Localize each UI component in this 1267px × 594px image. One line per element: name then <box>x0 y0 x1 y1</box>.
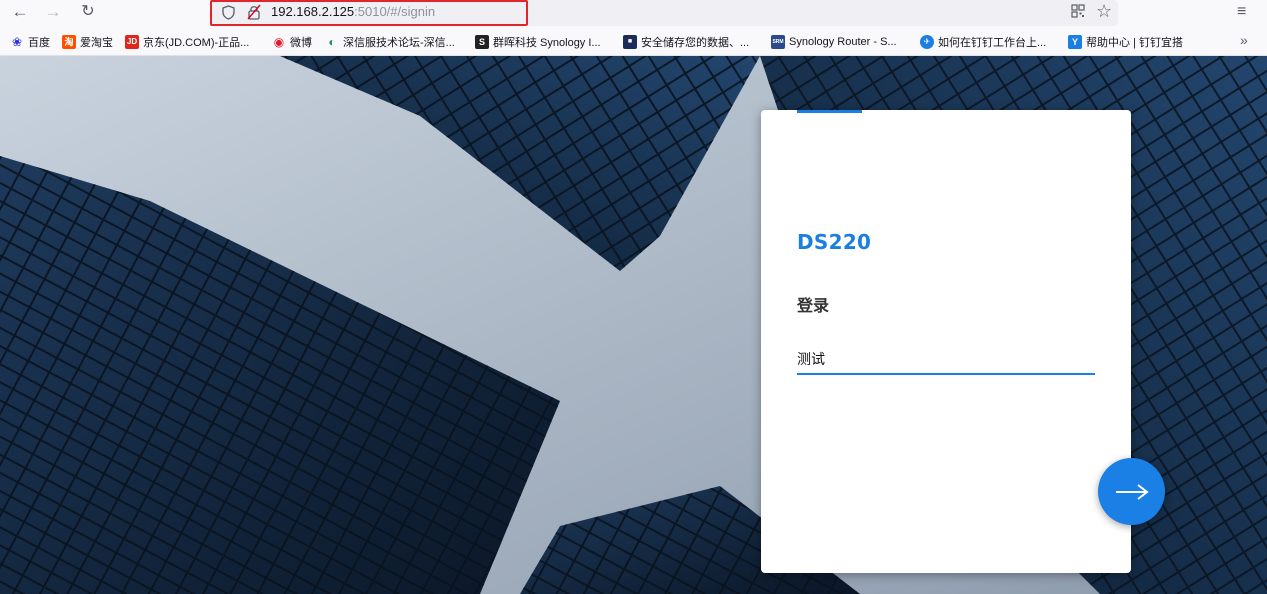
card-accent-bar <box>797 110 862 113</box>
bookmark-item[interactable]: Y 帮助中心 | 钉钉宜搭 <box>1068 34 1183 50</box>
bookmark-star-icon[interactable]: ☆ <box>1096 0 1112 22</box>
paw-icon: ❀ <box>11 35 23 49</box>
bookmark-label: 京东(JD.COM)-正品... <box>143 37 250 49</box>
bookmark-label: 如何在钉钉工作台上... <box>938 37 1047 49</box>
bookmarks-overflow-icon[interactable]: » <box>1240 32 1248 48</box>
bookmarks-bar: ❀ 百度 淘 爱淘宝 JD 京东(JD.COM)-正品... ◉ 微博 ◐ 深信… <box>0 28 1267 56</box>
shield-icon[interactable] <box>222 5 235 20</box>
bookmark-item[interactable]: 淘 爱淘宝 <box>62 34 113 50</box>
bookmark-item[interactable]: ■ 安全储存您的数据、... <box>623 34 749 50</box>
url-text[interactable]: 192.168.2.125:5010/#/signin <box>271 4 435 20</box>
signin-title: 登录 <box>797 296 830 315</box>
forward-button[interactable]: → <box>41 1 65 25</box>
bookmark-item[interactable]: S 群晖科技 Synology I... <box>475 34 601 50</box>
bookmark-label: 微博 <box>290 37 312 49</box>
next-button[interactable] <box>1098 458 1165 525</box>
yida-icon: Y <box>1068 35 1082 49</box>
srm-icon: SRM <box>771 35 785 49</box>
weibo-icon: ◉ <box>273 35 285 49</box>
synology-icon: S <box>475 35 489 49</box>
username-input[interactable] <box>797 345 1095 375</box>
browser-toolbar: ← → ↻ 192.168.2.125:5010/#/signin ☆ ≡ <box>0 0 1267 28</box>
bookmark-label: 群晖科技 Synology I... <box>493 37 601 49</box>
jd-icon: JD <box>125 35 139 49</box>
bookmark-item[interactable]: ✈ 如何在钉钉工作台上... <box>920 34 1046 50</box>
reload-button[interactable]: ↻ <box>76 1 100 25</box>
bookmark-label: 爱淘宝 <box>80 37 113 49</box>
bookmark-item[interactable]: ◉ 微博 <box>272 34 312 50</box>
bookmark-label: 安全储存您的数据、... <box>641 37 750 49</box>
url-host: 192.168.2.125 <box>271 4 355 19</box>
menu-icon[interactable]: ≡ <box>1237 2 1246 22</box>
insecure-lock-icon[interactable] <box>247 4 261 20</box>
bookmark-label: 百度 <box>28 37 50 49</box>
signin-page: DS220 登录 <box>0 56 1267 594</box>
device-name: DS220 <box>797 230 872 254</box>
arrow-right-icon <box>1115 483 1149 500</box>
taobao-icon: 淘 <box>62 35 76 49</box>
dingtalk-icon: ✈ <box>920 35 934 49</box>
sangfor-icon: ◐ <box>328 35 336 49</box>
bookmark-item[interactable]: SRM Synology Router - S... <box>771 34 897 50</box>
bookmark-label: Synology Router - S... <box>789 36 897 48</box>
bookmark-label: 帮助中心 | 钉钉宜搭 <box>1086 37 1183 49</box>
bookmark-item[interactable]: ❀ 百度 <box>10 34 50 50</box>
bookmark-label: 深信服技术论坛-深信... <box>343 37 455 49</box>
bookmark-item[interactable]: ◐ 深信服技术论坛-深信... <box>325 34 455 50</box>
storage-icon: ■ <box>623 35 637 49</box>
qr-code-icon[interactable] <box>1071 4 1085 18</box>
url-path: :5010/#/signin <box>354 4 436 19</box>
login-card: DS220 登录 <box>761 110 1131 573</box>
back-button[interactable]: ← <box>8 1 32 25</box>
bookmark-item[interactable]: JD 京东(JD.COM)-正品... <box>125 34 249 50</box>
